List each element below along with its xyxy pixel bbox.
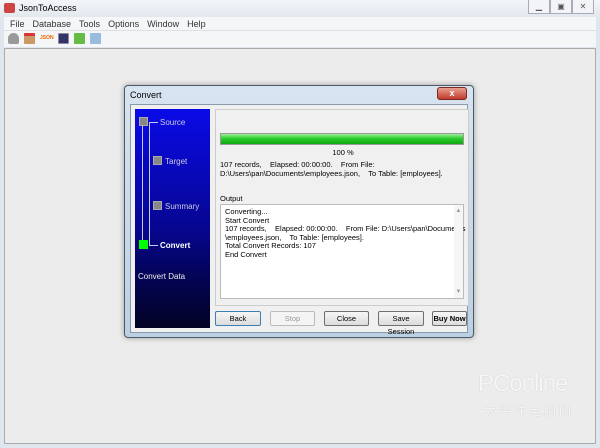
status-line: D:\Users\pan\Documents\employees.json, T…: [220, 169, 443, 178]
app-icon: [4, 3, 15, 13]
step-convert[interactable]: Convert: [160, 241, 190, 250]
menu-window[interactable]: Window: [147, 17, 179, 30]
log-line: End Convert: [225, 249, 267, 259]
step-summary-marker: [153, 201, 162, 210]
convert-dialog: Convert x Source Target Summary Convert …: [124, 85, 474, 338]
back-button[interactable]: Back: [215, 311, 261, 326]
menu-help[interactable]: Help: [187, 17, 206, 30]
convert-panel: 100 % 107 records, Elapsed: 00:00:00. Fr…: [215, 109, 469, 306]
progress-fill: [221, 134, 463, 144]
toolbar: JSON: [4, 31, 596, 47]
app-title: JsonToAccess: [19, 3, 77, 13]
wizard-steps-panel: Source Target Summary Convert Convert Da…: [135, 109, 210, 328]
watermark-subtitle: 太平洋电脑网: [484, 404, 575, 418]
menu-database[interactable]: Database: [33, 17, 72, 30]
save-session-button[interactable]: Save Session: [378, 311, 424, 336]
step-target[interactable]: Target: [165, 157, 187, 166]
section-label: Convert Data: [138, 272, 186, 281]
dialog-title: Convert: [130, 90, 162, 100]
progress-percent: 100 %: [332, 148, 354, 157]
close-button[interactable]: ✕: [572, 0, 594, 14]
connect-icon[interactable]: [8, 33, 19, 44]
close-dialog-button[interactable]: Close: [324, 311, 369, 326]
restore-button[interactable]: ▣: [550, 0, 572, 14]
menu-tools[interactable]: Tools: [79, 17, 100, 30]
convert-icon[interactable]: [58, 33, 69, 44]
progress-bar: [220, 133, 464, 145]
output-log[interactable]: Converting... Start Convert 107 records,…: [220, 204, 466, 299]
table-icon[interactable]: [90, 33, 101, 44]
menu-bar: File Database Tools Options Window Help: [4, 17, 596, 31]
step-target-marker: [153, 156, 162, 165]
step-convert-marker: [139, 240, 148, 249]
dialog-close-button[interactable]: x: [437, 87, 467, 100]
step-summary[interactable]: Summary: [165, 202, 199, 211]
output-scrollbar[interactable]: ▲ ▼: [454, 205, 463, 298]
status-line: 107 records, Elapsed: 00:00:00. From Fil…: [220, 160, 375, 169]
step-source[interactable]: Source: [160, 118, 185, 127]
output-label: Output: [220, 194, 243, 203]
menu-file[interactable]: File: [10, 17, 25, 30]
step-source-marker: [139, 117, 148, 126]
json-icon[interactable]: JSON: [40, 33, 54, 44]
status-info: 107 records, Elapsed: 00:00:00. From Fil…: [220, 160, 443, 178]
buy-now-button[interactable]: Buy Now: [432, 311, 467, 326]
stop-button[interactable]: Stop: [270, 311, 315, 326]
minimize-button[interactable]: ▁: [528, 0, 550, 14]
refresh-icon[interactable]: [74, 33, 85, 44]
watermark-logo: PConline: [478, 370, 568, 397]
menu-options[interactable]: Options: [108, 17, 139, 30]
export-icon[interactable]: [24, 33, 35, 44]
title-bar: JsonToAccess ▁ ▣ ✕: [0, 0, 600, 17]
